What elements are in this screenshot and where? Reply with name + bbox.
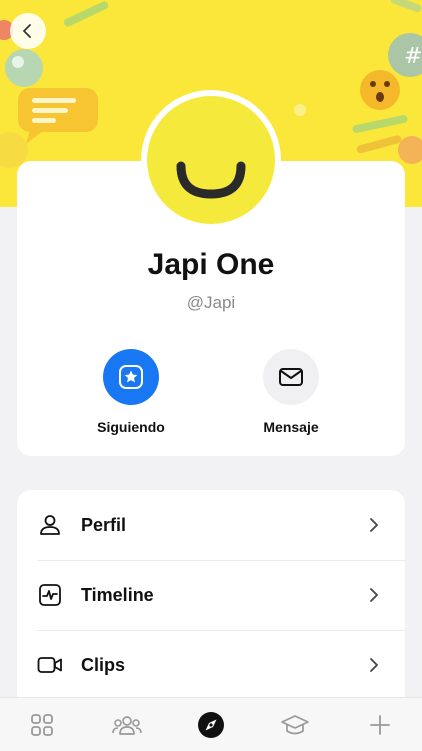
- smiley-avatar-icon: [147, 96, 275, 224]
- group-icon: [111, 715, 142, 735]
- plus-icon: [369, 714, 390, 735]
- bottom-tab-bar: [0, 697, 422, 751]
- chevron-right-icon: [369, 657, 379, 673]
- menu-item-label: Perfil: [81, 514, 127, 535]
- message-button[interactable]: Mensaje: [226, 349, 356, 435]
- menu-item-perfil[interactable]: Perfil: [17, 490, 405, 560]
- graduation-cap-icon: [281, 714, 310, 734]
- following-label: Siguiendo: [97, 419, 165, 435]
- avatar: [141, 90, 281, 230]
- video-icon: [37, 652, 63, 678]
- following-button[interactable]: Siguiendo: [66, 349, 196, 435]
- message-label: Mensaje: [263, 419, 319, 435]
- tab-explore[interactable]: [189, 703, 233, 747]
- compass-icon: [197, 711, 224, 738]
- menu-item-label: Timeline: [81, 584, 154, 605]
- menu-item-timeline[interactable]: Timeline: [17, 560, 405, 630]
- activity-icon: [37, 582, 63, 608]
- chevron-left-icon: [23, 24, 31, 38]
- tab-add[interactable]: [358, 703, 402, 747]
- profile-menu: Perfil Timeline Clips: [17, 490, 405, 720]
- tab-groups[interactable]: [105, 703, 149, 747]
- back-button[interactable]: [10, 13, 46, 49]
- chevron-right-icon: [369, 587, 379, 603]
- profile-handle: @Japi: [186, 293, 236, 312]
- chevron-right-icon: [369, 517, 379, 533]
- user-icon: [37, 512, 63, 538]
- profile-name: Japi One: [147, 248, 275, 281]
- tab-learn[interactable]: [273, 703, 317, 747]
- star-icon: [103, 349, 159, 405]
- menu-item-label: Clips: [81, 654, 126, 675]
- menu-item-clips[interactable]: Clips: [17, 630, 405, 700]
- mail-icon: [263, 349, 319, 405]
- tab-home[interactable]: [20, 703, 64, 747]
- grid-icon: [31, 713, 54, 736]
- svg-text:#: #: [404, 44, 422, 69]
